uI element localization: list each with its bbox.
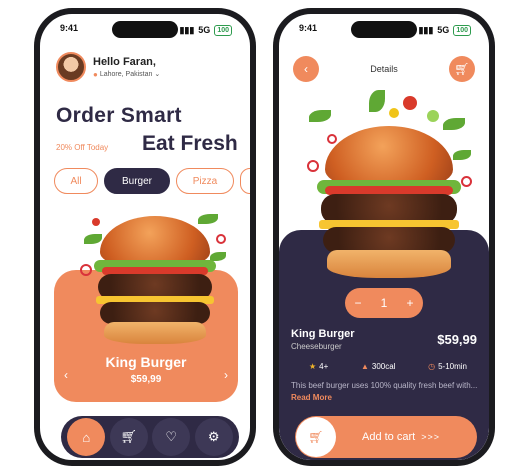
card-title: King Burger: [105, 354, 187, 370]
offer-text: 20% Off Today: [56, 143, 109, 152]
battery-icon: 100: [453, 24, 471, 36]
burger-image: [303, 90, 475, 280]
arrows-icon: >>>: [421, 432, 440, 442]
battery-icon: 100: [214, 24, 232, 36]
location-selector[interactable]: ● Lahore, Pakistan ⌄: [93, 70, 160, 79]
dynamic-island: [112, 21, 178, 38]
signal-icon: ▮▮▮: [418, 24, 434, 35]
card-price: $59,99: [130, 374, 162, 385]
clock-icon: ◷: [428, 362, 436, 371]
user-greeting: Hello Faran, ● Lahore, Pakistan ⌄: [56, 52, 160, 82]
product-name: King Burger: [291, 328, 355, 340]
quantity-value: 1: [380, 296, 388, 310]
greeting-text: Hello Faran,: [93, 55, 156, 68]
cart-icon: 🛒︎: [296, 417, 336, 457]
product-price: $59,99: [437, 332, 477, 347]
signal-icon: ▮▮▮: [179, 24, 195, 35]
read-more-link[interactable]: Read More: [291, 393, 332, 402]
headline-order-smart: Order Smart: [56, 104, 182, 127]
decrement-button[interactable]: −: [355, 296, 362, 310]
product-subtitle: Cheeseburger: [291, 342, 342, 351]
chevron-left-icon[interactable]: ‹: [64, 368, 68, 382]
status-time: 9:41: [60, 23, 79, 33]
quantity-stepper: − 1 +: [345, 288, 423, 318]
headline-eat-fresh: Eat Fresh: [142, 132, 238, 155]
tab-more[interactable]: [240, 168, 250, 194]
home-icon[interactable]: ⌂: [67, 418, 106, 456]
description-text: This beef burger uses 100% quality fresh…: [291, 381, 478, 390]
chevron-right-icon[interactable]: ›: [224, 368, 228, 382]
network-label: 5G: [198, 25, 211, 35]
rating-text: 4+: [319, 362, 329, 371]
phone-home: 9:41 ▮▮▮ 5G 100 Hello Faran, ● Lahore, P…: [34, 8, 256, 466]
home-screen: 9:41 ▮▮▮ 5G 100 Hello Faran, ● Lahore, P…: [40, 14, 250, 460]
product-description: This beef burger uses 100% quality fresh…: [291, 380, 479, 404]
calories-text: 300cal: [371, 362, 396, 371]
avatar[interactable]: [56, 52, 86, 82]
add-to-cart-label: Add to cart: [362, 431, 416, 443]
product-meta: ★ 4+ ▲ 300cal ◷ 5-10min: [309, 362, 467, 371]
category-tabs: All Burger Pizza: [54, 168, 250, 194]
status-time: 9:41: [299, 23, 318, 33]
heart-icon[interactable]: ♡: [152, 418, 191, 456]
fire-icon: ▲: [360, 362, 369, 371]
dynamic-island: [351, 21, 417, 38]
location-pin-icon: ●: [93, 69, 98, 79]
phone-details: 9:41 ▮▮▮ 5G 100 ‹ Details 🛒︎ − 1 + King …: [273, 8, 495, 466]
time-text: 5-10min: [438, 362, 467, 371]
increment-button[interactable]: +: [406, 296, 413, 310]
chevron-down-icon: ⌄: [154, 71, 161, 78]
cart-button[interactable]: 🛒︎: [449, 56, 475, 82]
burger-image: [80, 206, 230, 346]
tab-all[interactable]: All: [54, 168, 98, 194]
location-text: Lahore, Pakistan: [99, 70, 153, 78]
star-icon: ★: [309, 362, 317, 371]
tab-burger[interactable]: Burger: [104, 168, 170, 194]
cart-icon: 🛒︎: [454, 62, 470, 76]
tab-pizza[interactable]: Pizza: [176, 168, 234, 194]
details-screen: 9:41 ▮▮▮ 5G 100 ‹ Details 🛒︎ − 1 + King …: [279, 14, 489, 460]
network-label: 5G: [437, 25, 450, 35]
settings-icon[interactable]: ⚙: [194, 418, 233, 456]
bottom-nav: ⌂ 🛒︎ ♡ ⚙: [61, 416, 239, 458]
add-to-cart-button[interactable]: 🛒︎ Add to cart >>>: [295, 416, 477, 458]
cart-icon[interactable]: 🛒︎: [109, 418, 148, 456]
